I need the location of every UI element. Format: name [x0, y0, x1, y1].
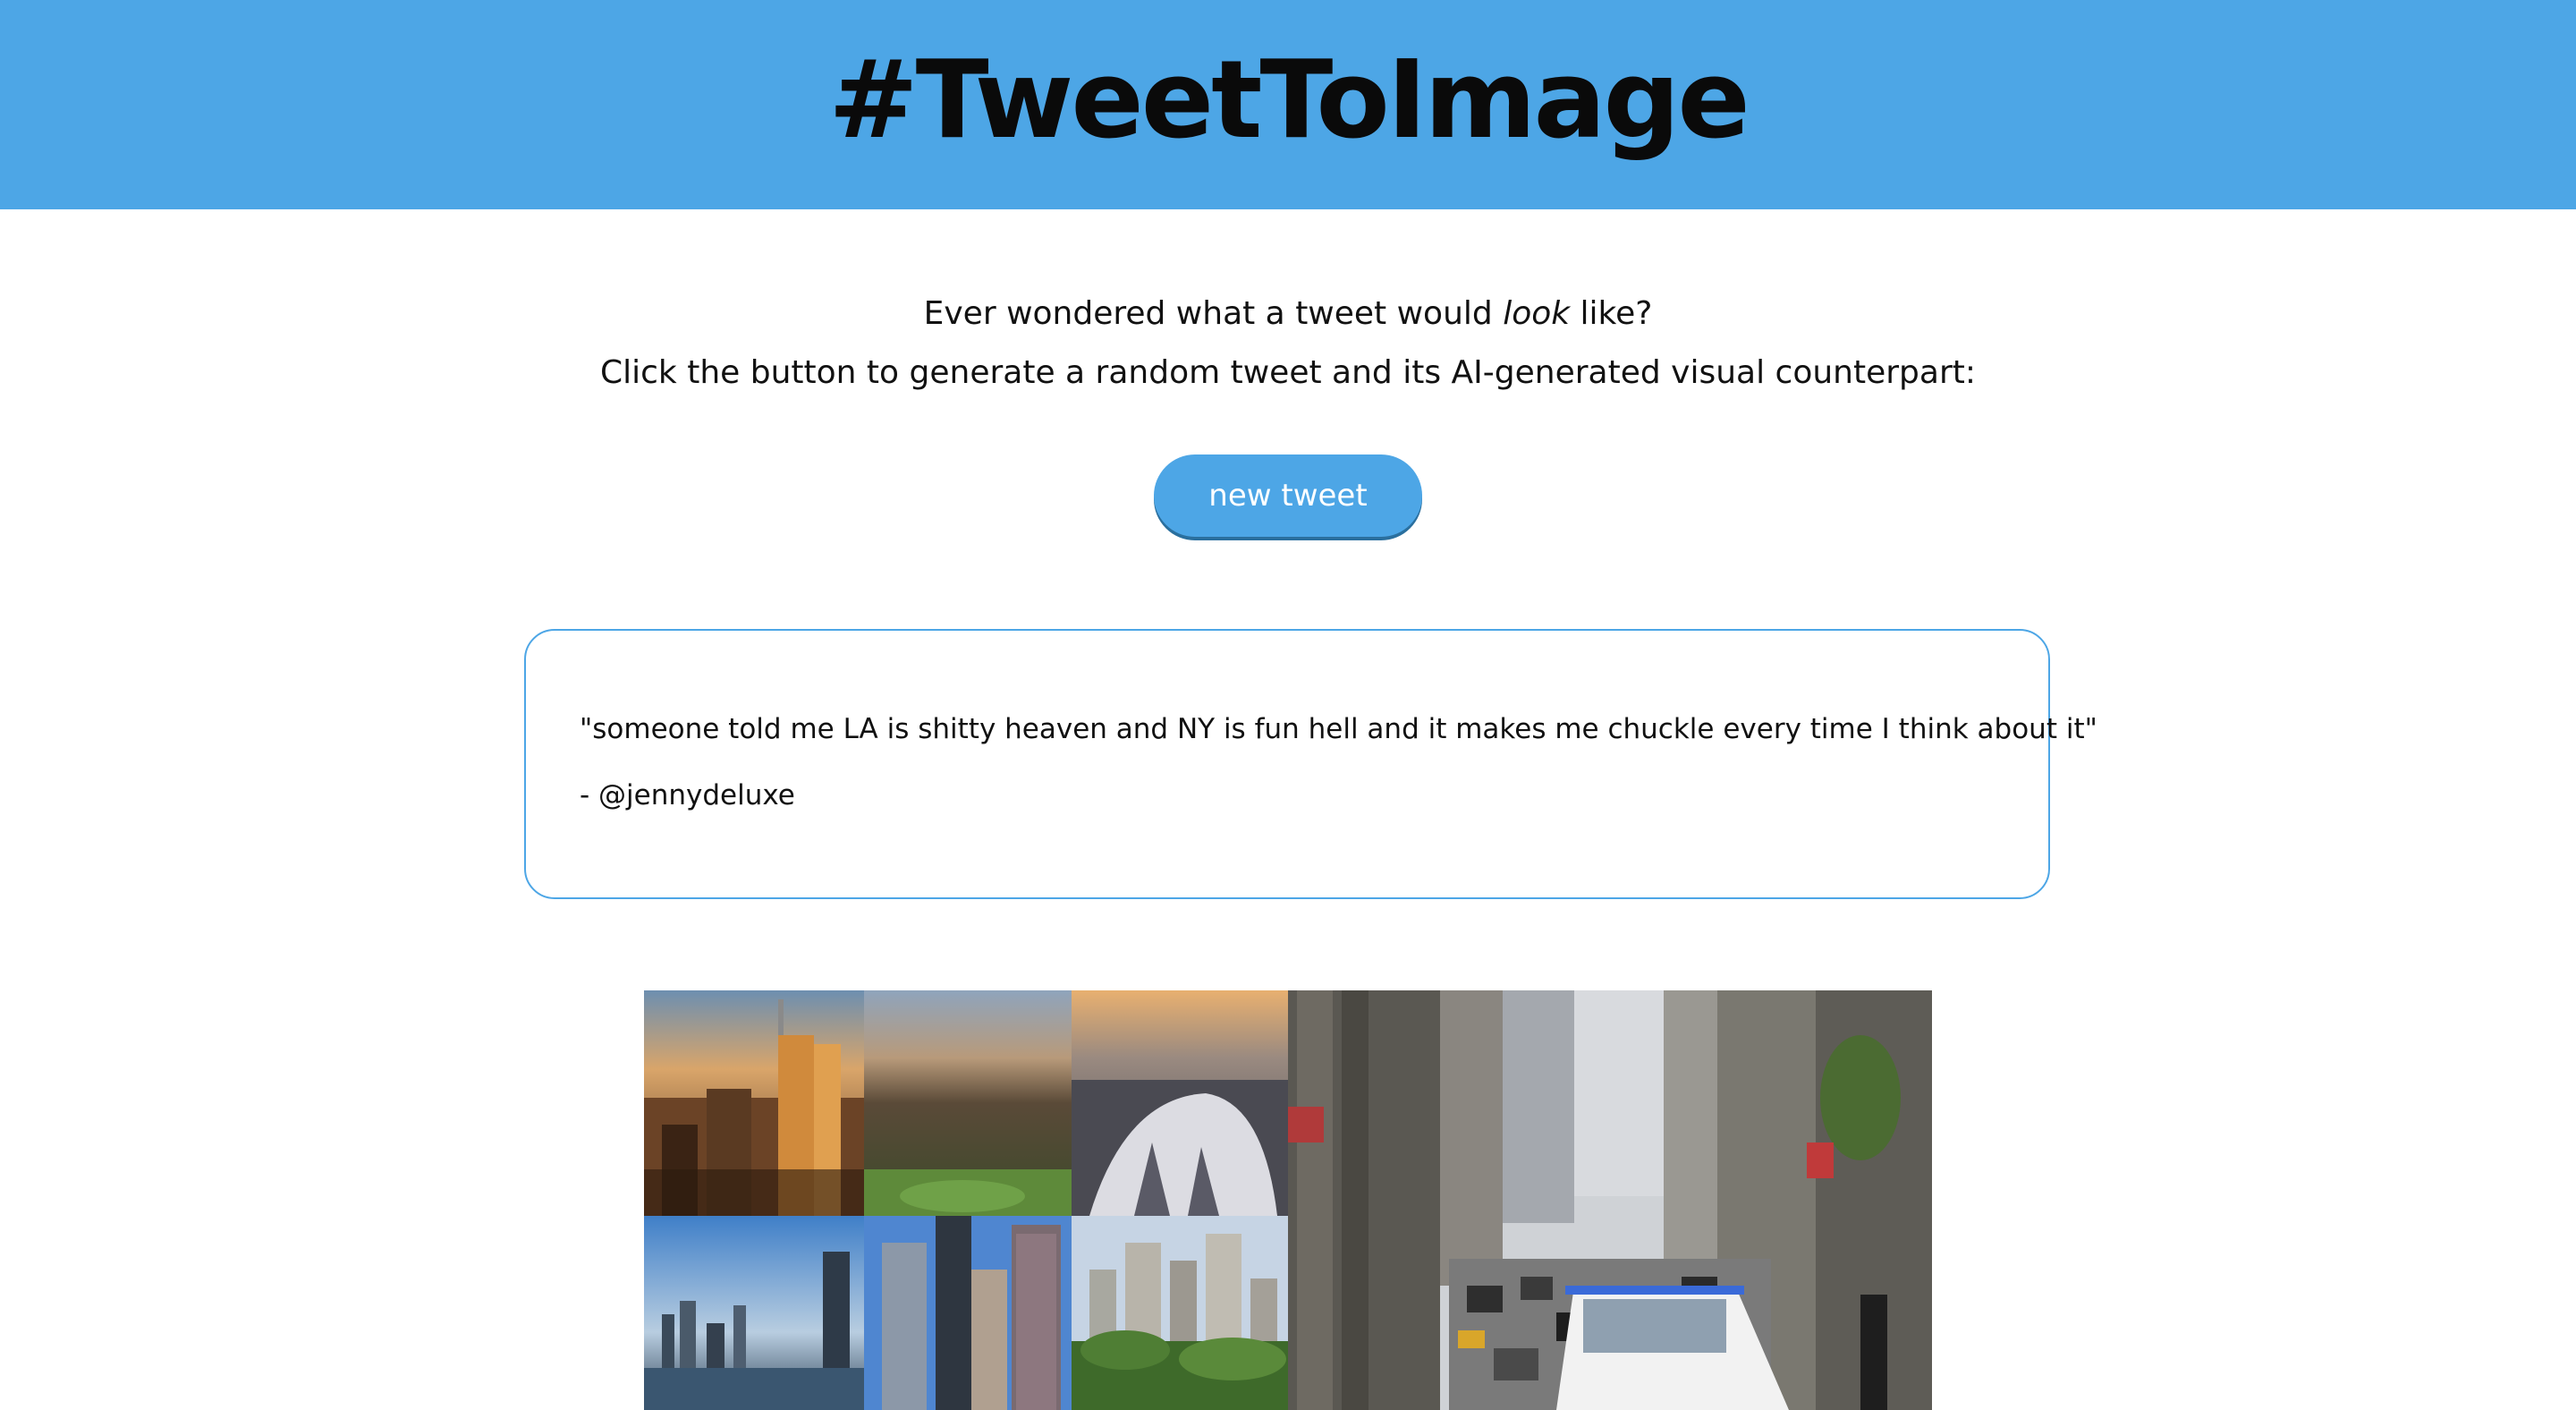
generated-image-city-skyline-sunset [644, 990, 864, 1216]
intro-question: Ever wondered what a tweet would look li… [0, 285, 2576, 344]
generated-image-aerial-city-grid [864, 990, 1072, 1216]
intro-question-start: Ever wondered what a tweet would [923, 295, 1504, 332]
tweet-author: - @jennydeluxe [580, 779, 795, 811]
new-tweet-button[interactable]: new tweet [1154, 454, 1422, 537]
button-row: new tweet [0, 454, 2576, 537]
intro-instruction: Click the button to generate a random tw… [600, 354, 1976, 391]
intro-question-emphasis: look [1503, 295, 1571, 332]
tweet-text: "someone told me LA is shitty heaven and… [580, 713, 2097, 745]
intro-question-end: like? [1570, 295, 1653, 332]
generated-image-grid [644, 990, 1932, 1410]
site-header: #TweetToImage [0, 0, 2576, 209]
generated-image-park-skyline [1072, 1216, 1288, 1410]
site-title: #TweetToImage [828, 38, 1750, 163]
generated-image-glass-skyscrapers [864, 1216, 1072, 1410]
tweet-card: "someone told me LA is shitty heaven and… [524, 629, 2097, 899]
generated-image-busy-city-street [1288, 990, 1932, 1410]
generated-image-stadium-dome [1072, 990, 1288, 1216]
intro-text: Ever wondered what a tweet would look li… [0, 285, 2576, 403]
generated-image-waterfront-skyline [644, 1216, 864, 1410]
